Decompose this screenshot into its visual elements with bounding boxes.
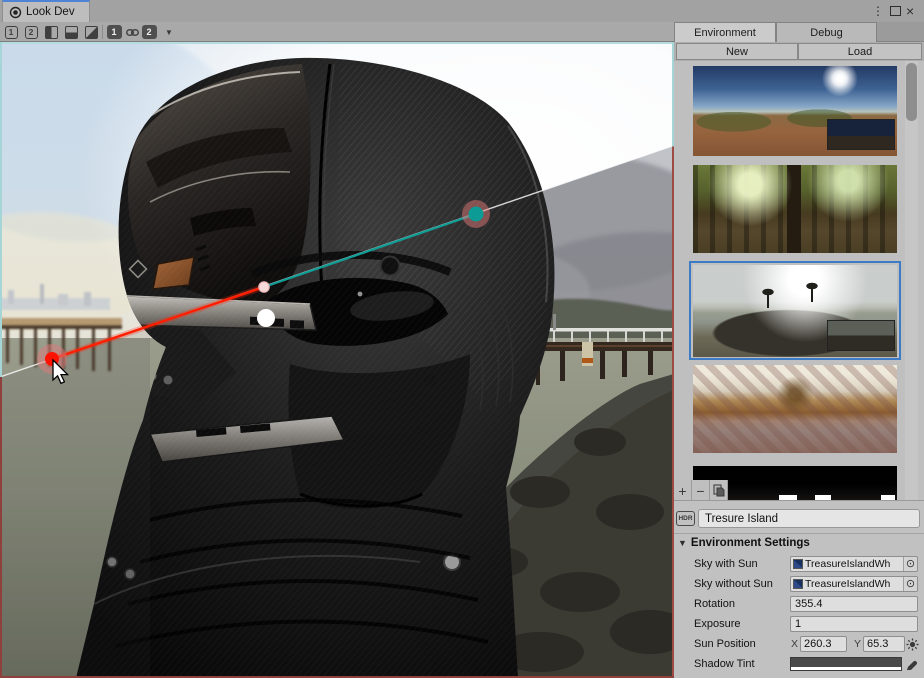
library-actions: New Load — [674, 42, 924, 61]
environment-2-badge: 2 — [142, 25, 157, 39]
lookdev-viewport[interactable] — [0, 42, 674, 678]
scrollbar-thumb[interactable] — [906, 63, 917, 121]
lookdev-render-scene — [0, 42, 674, 678]
sky-without-sun-object-field[interactable]: TreasureIslandWh ⊙ — [790, 576, 918, 592]
sun-position-label: Sun Position — [694, 638, 756, 650]
window-menu-icon[interactable]: ⋮ — [872, 3, 884, 19]
link-environments-button[interactable] — [123, 24, 141, 40]
object-picker-icon[interactable]: ⊙ — [903, 557, 917, 571]
vertical-split-icon — [45, 26, 58, 39]
palm-tree — [811, 287, 813, 302]
thumbnail-scrollbar[interactable] — [905, 61, 918, 501]
single-view-1-button[interactable]: 1 — [2, 24, 20, 40]
object-picker-icon[interactable]: ⊙ — [903, 577, 917, 591]
link-icon — [126, 28, 139, 37]
hdri-thumbnail-church[interactable] — [693, 365, 897, 453]
sky-without-sun-label: Sky without Sun — [694, 578, 773, 590]
duplicate-icon — [713, 484, 725, 497]
window-tab-lookdev[interactable]: Look Dev — [2, 0, 90, 22]
tab-debug[interactable]: Debug — [776, 22, 877, 42]
duplicate-hdri-button[interactable] — [710, 480, 728, 501]
foldout-triangle-icon: ▼ — [678, 538, 687, 548]
hdri-list-tools: + − — [674, 480, 728, 501]
environment-1-button[interactable]: 1 — [105, 24, 123, 40]
environment-name-row: HDR — [674, 505, 924, 533]
environment-name-field[interactable] — [698, 509, 920, 528]
sun-y-field[interactable] — [863, 636, 905, 652]
hdri-thumbnail-treasure-island[interactable] — [693, 265, 897, 357]
night-light — [815, 495, 831, 501]
side-by-side-view-button[interactable] — [42, 24, 60, 40]
sun-position-row: Sun Position X Y — [674, 635, 924, 655]
add-hdri-button[interactable]: + — [674, 480, 692, 501]
toolbar-separator — [102, 25, 103, 39]
rotation-label: Rotation — [694, 598, 735, 610]
diagonal-split-icon — [85, 26, 98, 39]
hdr-badge-icon: HDR — [676, 511, 695, 526]
title-bar: Look Dev ⋮ × — [0, 0, 924, 22]
environment-settings-title: Environment Settings — [691, 537, 810, 549]
load-button[interactable]: Load — [798, 43, 922, 60]
shadow-tint-row: Shadow Tint — [674, 655, 924, 675]
remove-hdri-button[interactable]: − — [692, 480, 710, 501]
chevron-down-icon: ▼ — [165, 28, 173, 37]
window-title: Look Dev — [26, 6, 75, 18]
shadow-tint-label: Shadow Tint — [694, 658, 755, 670]
exposure-label: Exposure — [694, 618, 740, 630]
hdri-thumbnail-list: + − — [674, 61, 924, 501]
sun-x-label: X — [791, 638, 798, 650]
sky-with-sun-row: Sky with Sun TreasureIslandWh ⊙ — [674, 555, 924, 575]
sky-with-sun-value: TreasureIslandWh — [805, 558, 903, 570]
sky-with-sun-object-field[interactable]: TreasureIslandWh ⊙ — [790, 556, 918, 572]
zone-view-button[interactable] — [82, 24, 100, 40]
single-view-2-icon: 2 — [25, 26, 38, 39]
single-view-1-icon: 1 — [5, 26, 18, 39]
tab-environment[interactable]: Environment — [674, 22, 776, 42]
palm-tree — [767, 293, 769, 308]
split-view-button[interactable] — [62, 24, 80, 40]
exposure-field[interactable] — [790, 616, 918, 632]
panel-tab-strip: Environment Debug — [674, 22, 924, 42]
hdri-thumbnail-forest[interactable] — [693, 165, 897, 253]
single-view-2-button[interactable]: 2 — [22, 24, 40, 40]
sky-with-sun-label: Sky with Sun — [694, 558, 758, 570]
night-light — [881, 495, 895, 501]
set-sun-from-view-button[interactable] — [904, 636, 920, 652]
sun-y-label: Y — [854, 638, 861, 650]
cubemap-texture-icon — [793, 579, 803, 589]
sky-without-sun-row: Sky without Sun TreasureIslandWh ⊙ — [674, 575, 924, 595]
exposure-row: Exposure — [674, 615, 924, 635]
sky-without-sun-value: TreasureIslandWh — [805, 578, 903, 590]
window-close-icon[interactable]: × — [906, 3, 914, 19]
split-shaded-zone — [0, 326, 150, 678]
alpha-bar — [791, 667, 901, 670]
hdri-inset-preview — [827, 119, 895, 150]
toolbar-dropdown-button[interactable]: ▼ — [160, 24, 178, 40]
environment-1-badge: 1 — [107, 25, 122, 39]
eye-icon — [9, 6, 22, 19]
cubemap-texture-icon — [793, 559, 803, 569]
eyedropper-button[interactable] — [904, 656, 920, 672]
gizmo-center-handle[interactable] — [259, 282, 269, 292]
white-bolt-detail — [257, 309, 275, 327]
new-button[interactable]: New — [676, 43, 798, 60]
environment-settings-section: ▼ Environment Settings Sky with Sun Trea… — [674, 533, 924, 678]
environment-2-button[interactable]: 2 — [140, 24, 158, 40]
window-maximize-icon[interactable] — [890, 6, 901, 16]
horizontal-split-icon — [65, 26, 78, 39]
hdri-inset-preview — [827, 320, 895, 351]
rotation-field[interactable] — [790, 596, 918, 612]
sun-x-field[interactable] — [800, 636, 847, 652]
rotation-row: Rotation — [674, 595, 924, 615]
shadow-tint-color-swatch[interactable] — [790, 657, 902, 671]
hdri-thumbnail-sunny-grassland[interactable] — [693, 66, 897, 156]
lookdev-toolbar: 1 2 1 2 ▼ — [0, 22, 674, 42]
environment-settings-header[interactable]: ▼ Environment Settings — [678, 537, 810, 549]
night-light — [779, 495, 797, 501]
sun-icon — [906, 638, 919, 651]
eyedropper-icon — [906, 658, 919, 671]
